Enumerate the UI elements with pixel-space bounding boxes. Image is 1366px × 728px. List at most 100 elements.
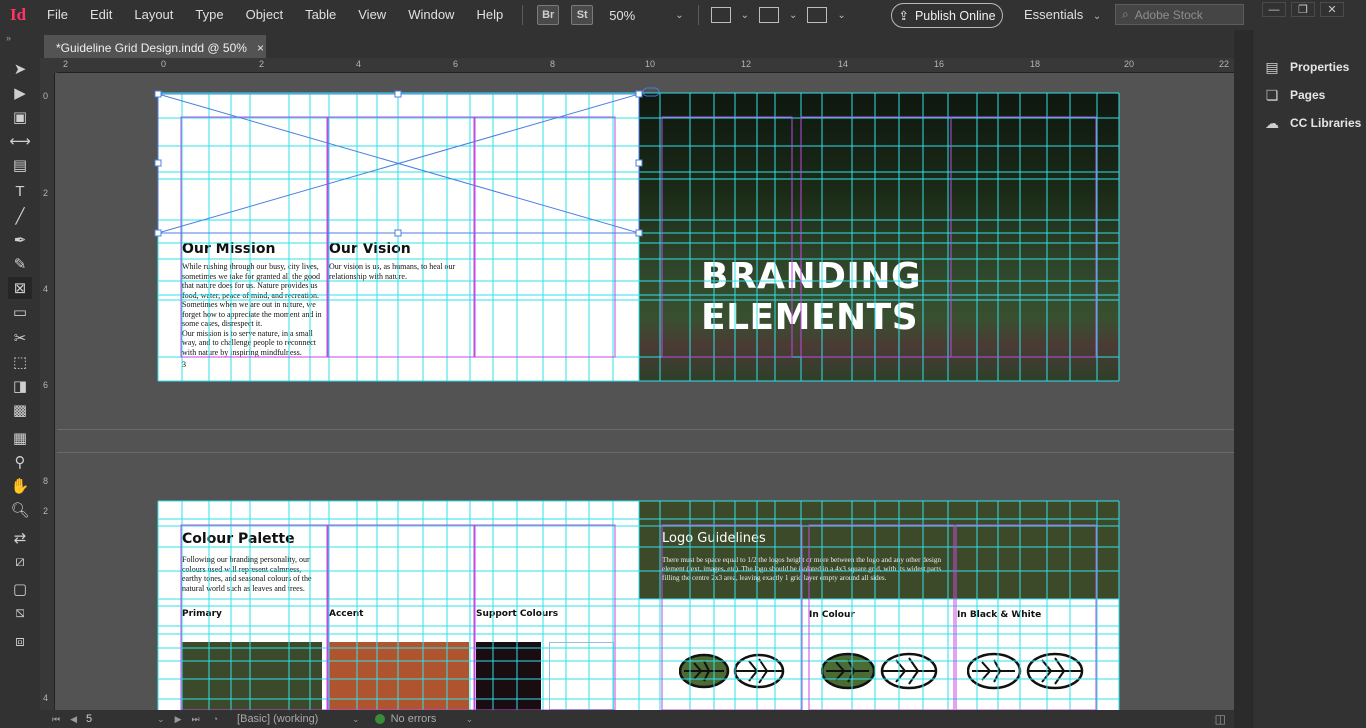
adobe-stock-search[interactable]: ⌕ Adobe Stock <box>1115 4 1244 25</box>
leaf-logo-grid[interactable] <box>679 651 789 691</box>
page-tool-icon[interactable]: ▣ <box>8 106 32 128</box>
menu-object[interactable]: Object <box>235 0 295 30</box>
document-tab[interactable]: *Guideline Grid Design.indd @ 50% × <box>44 35 266 60</box>
publish-online-button[interactable]: ⇪ Publish Online <box>891 3 1003 28</box>
colour-palette-body[interactable]: Following our branding personality, our … <box>182 555 314 593</box>
screen-mode-icon[interactable] <box>758 7 779 23</box>
previous-page-icon[interactable]: ◀ <box>70 714 77 725</box>
preview-icon[interactable]: ◔ <box>213 714 218 724</box>
restore-button[interactable]: ❐ <box>1291 2 1315 17</box>
direct-selection-tool-icon[interactable]: ▶ <box>8 82 32 104</box>
chevron-down-icon[interactable]: ⌄ <box>789 10 797 21</box>
logo-guidelines-heading[interactable]: Logo Guidelines <box>662 531 766 546</box>
leaf-logo-bw[interactable] <box>967 651 1085 691</box>
logo-guidelines-body[interactable]: There must be space equal to 1/2 the log… <box>662 556 954 583</box>
line-tool-icon[interactable]: ╱ <box>8 205 32 227</box>
support-colours-label[interactable]: Support Colours <box>476 609 558 619</box>
fill-stroke-icon[interactable]: ⧄ <box>8 550 32 572</box>
view-options-icon[interactable] <box>710 7 731 23</box>
free-transform-tool-icon[interactable]: ⬚ <box>8 351 32 373</box>
cc-libraries-panel-button[interactable]: ☁ CC Libraries <box>1263 115 1361 131</box>
chevron-down-icon[interactable]: ⌄ <box>741 10 749 21</box>
document-tab-title: *Guideline Grid Design.indd @ 50% <box>56 40 247 55</box>
minimize-button[interactable]: — <box>1262 2 1286 17</box>
menu-help[interactable]: Help <box>465 0 514 30</box>
mission-heading[interactable]: Our Mission <box>182 241 275 257</box>
last-page-icon[interactable]: ⏭ <box>192 714 200 725</box>
workspace-switcher[interactable]: Essentials ⌄ <box>1024 0 1107 30</box>
menu-file[interactable]: File <box>36 0 79 30</box>
screen-mode-icon[interactable]: ⧈ <box>8 630 32 652</box>
gradient-swatch-tool-icon[interactable]: ◨ <box>8 375 32 397</box>
zoom-level[interactable]: 50% <box>609 8 669 23</box>
hand-tool-icon[interactable]: ✋ <box>8 475 32 497</box>
support-swatch-empty[interactable] <box>549 642 614 710</box>
type-tool-icon[interactable]: T <box>8 180 32 202</box>
branding-elements-title[interactable]: BRANDING ELEMENTS <box>701 256 1119 338</box>
page-5[interactable]: Colour Palette Following our branding pe… <box>158 501 639 710</box>
pencil-tool-icon[interactable]: ✎ <box>8 253 32 275</box>
pen-tool-icon[interactable]: ✒ <box>8 229 32 251</box>
menu-edit[interactable]: Edit <box>79 0 123 30</box>
primary-label[interactable]: Primary <box>182 609 222 619</box>
page-6[interactable]: Logo Guidelines There must be space equa… <box>639 501 1119 710</box>
ruler-origin[interactable] <box>40 58 57 73</box>
gradient-feather-tool-icon[interactable]: ▩ <box>8 399 32 421</box>
preflight-status[interactable]: No errors <box>391 713 461 725</box>
rectangle-frame-tool-icon[interactable]: ⊠ <box>8 277 32 299</box>
pages-panel-button[interactable]: ❏ Pages <box>1263 87 1326 103</box>
arrange-documents-icon[interactable] <box>807 7 828 23</box>
forest-photo-page-4[interactable]: BRANDING ELEMENTS <box>639 93 1119 381</box>
selection-tool-icon[interactable]: ➤ <box>8 58 32 80</box>
content-collector-icon[interactable]: ▤ <box>8 154 32 176</box>
collapse-icon[interactable]: » <box>6 33 11 43</box>
spread-separator <box>57 429 1234 430</box>
stock-button[interactable]: St <box>571 5 594 25</box>
next-page-icon[interactable]: ▶ <box>175 714 182 725</box>
master-page-status[interactable]: [Basic] (working) <box>237 713 347 725</box>
first-page-icon[interactable]: ⏮ <box>52 714 60 725</box>
black-white-label[interactable]: In Black & White <box>957 610 1041 620</box>
menu-layout[interactable]: Layout <box>123 0 184 30</box>
close-window-button[interactable]: ✕ <box>1320 2 1344 17</box>
swap-fill-stroke-icon[interactable]: ⇄ <box>8 527 32 549</box>
split-layout-icon[interactable]: ◫ <box>1215 712 1226 726</box>
chevron-down-icon[interactable]: ⌄ <box>466 714 474 725</box>
page-3[interactable]: Our Mission While rushing through our bu… <box>158 93 639 381</box>
menu-window[interactable]: Window <box>397 0 465 30</box>
menu-view[interactable]: View <box>347 0 397 30</box>
chevron-down-icon[interactable]: ⌄ <box>837 10 845 21</box>
apply-none-icon[interactable]: ⧅ <box>8 601 32 623</box>
horizontal-ruler[interactable]: 2 0 2 4 6 8 10 12 14 16 18 20 22 <box>57 58 1234 73</box>
eyedropper-tool-icon[interactable]: ⚲ <box>8 451 32 473</box>
pasteboard[interactable]: Our Mission While rushing through our bu… <box>57 73 1234 710</box>
vision-body[interactable]: Our vision is us, as humans, to heal our… <box>329 262 464 281</box>
menu-table[interactable]: Table <box>294 0 347 30</box>
rectangle-tool-icon[interactable]: ▭ <box>8 301 32 323</box>
primary-swatch[interactable] <box>182 642 322 710</box>
colour-palette-heading[interactable]: Colour Palette <box>182 531 295 547</box>
bridge-button[interactable]: Br <box>537 5 560 25</box>
vision-heading[interactable]: Our Vision <box>329 241 411 257</box>
menu-type[interactable]: Type <box>184 0 234 30</box>
leaf-logo-colour[interactable] <box>821 651 939 691</box>
note-tool-icon[interactable]: ▦ <box>8 427 32 449</box>
scissors-tool-icon[interactable]: ✂ <box>8 327 32 349</box>
formatting-affects-container-icon[interactable]: ▢ <box>8 578 32 600</box>
page-number-field[interactable]: 5 <box>82 713 152 725</box>
accent-label[interactable]: Accent <box>329 609 363 619</box>
close-icon[interactable]: × <box>257 41 264 55</box>
accent-swatch[interactable] <box>329 642 469 710</box>
mission-body[interactable]: While rushing through our busy, city liv… <box>182 262 322 357</box>
chevron-down-icon[interactable]: ⌄ <box>352 714 360 725</box>
in-colour-label[interactable]: In Colour <box>809 610 855 620</box>
ruler-h-label: 12 <box>741 59 752 69</box>
vertical-ruler[interactable]: 0 2 4 6 8 2 4 <box>40 73 55 710</box>
gap-tool-icon[interactable]: ⟷ <box>8 130 32 152</box>
support-swatch[interactable] <box>476 642 541 710</box>
zoom-tool-icon[interactable]: 🔍︎ <box>8 499 32 521</box>
logo-guidelines-band[interactable]: Logo Guidelines There must be space equa… <box>639 501 1119 599</box>
properties-panel-button[interactable]: ▤ Properties <box>1263 59 1349 75</box>
chevron-down-icon[interactable]: ⌄ <box>675 10 683 21</box>
chevron-down-icon[interactable]: ⌄ <box>157 714 165 725</box>
